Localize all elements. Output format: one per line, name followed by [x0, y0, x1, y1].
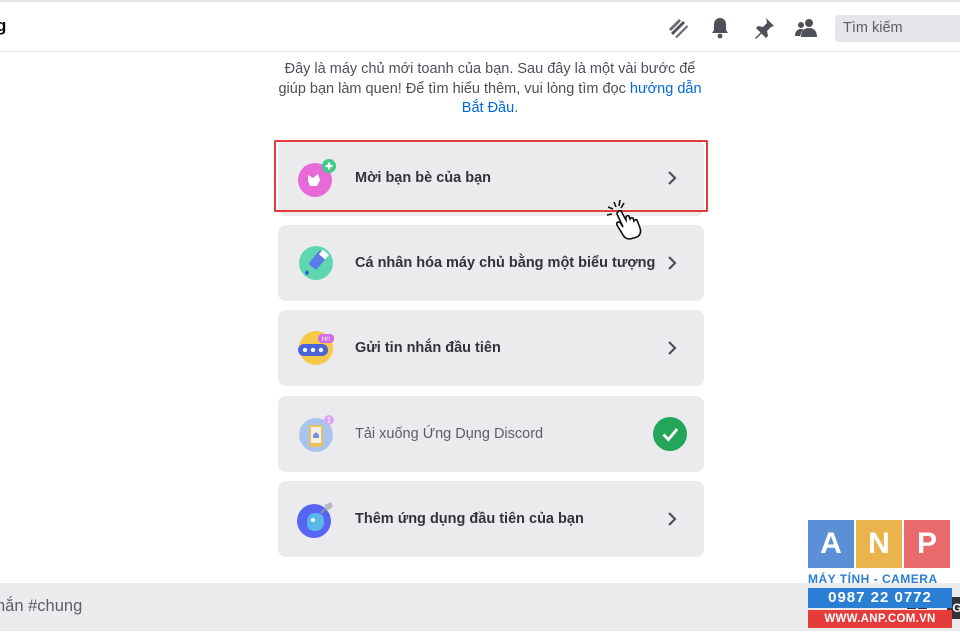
checklist-label: Gửi tin nhắn đầu tiên [355, 340, 501, 356]
chevron-right-icon [662, 338, 682, 358]
watermark-letter-p: P [904, 520, 950, 568]
threads-icon[interactable] [664, 14, 692, 42]
checklist-item-add-app[interactable]: Thêm ứng dụng đầu tiên của bạn [278, 481, 704, 557]
search-input[interactable]: Tìm kiếm [835, 15, 960, 42]
check-icon [653, 417, 687, 451]
bell-icon[interactable] [706, 14, 734, 42]
intro-end: . [514, 100, 519, 116]
add-app-icon [296, 499, 336, 539]
onboarding-intro: Đây là máy chủ mới toanh của bạn. Sau đâ… [270, 60, 710, 119]
watermark-tagline: MÁY TÍNH - CAMERA [808, 572, 938, 586]
message-input-placeholder: nắn #chung [0, 597, 83, 615]
watermark-logo: A N P [808, 520, 952, 568]
channel-header: g Tìm kiếm [0, 0, 960, 52]
watermark-letter-a: A [808, 520, 854, 568]
watermark-letter-n: N [856, 520, 902, 568]
checklist-label: Tải xuống Ứng Dụng Discord [355, 426, 544, 442]
channel-name: g [0, 16, 7, 35]
checklist-item-first-message[interactable]: HI! Gửi tin nhắn đầu tiên [278, 310, 704, 386]
watermark-site: WWW.ANP.COM.VN [808, 610, 952, 628]
chevron-right-icon [662, 509, 682, 529]
click-cursor-icon [604, 198, 644, 240]
personalize-icon [296, 243, 336, 283]
pin-icon[interactable] [750, 14, 778, 42]
message-icon: HI! [296, 328, 336, 368]
chevron-right-icon [662, 253, 682, 273]
svg-text:1: 1 [327, 417, 331, 425]
watermark-phone: 0987 22 0772 [808, 588, 952, 608]
svg-text:HI!: HI! [322, 336, 331, 343]
download-app-icon: 1 [296, 414, 336, 454]
anp-watermark: A N P MÁY TÍNH - CAMERA 0987 22 0772 WWW… [808, 520, 952, 630]
checklist-label: Thêm ứng dụng đầu tiên của bạn [355, 511, 584, 527]
checklist-item-download-app[interactable]: 1 Tải xuống Ứng Dụng Discord [278, 396, 704, 472]
members-icon[interactable] [792, 14, 820, 42]
